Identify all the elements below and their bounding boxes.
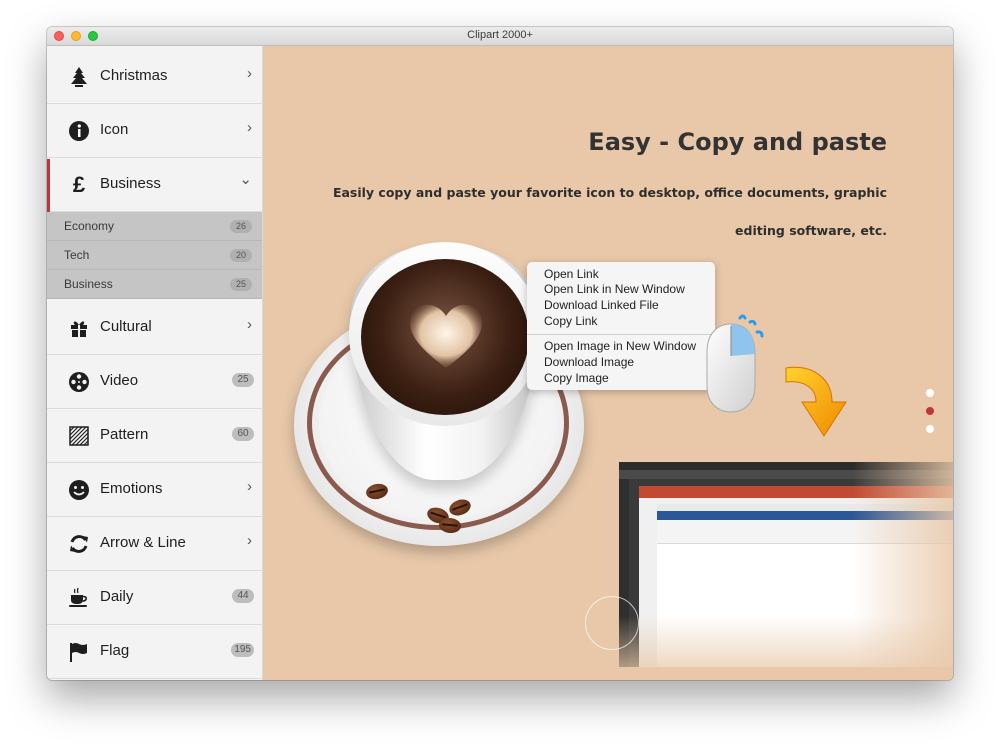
gift-icon [67,316,91,340]
sidebar-item-label: Business [100,175,161,192]
pound-icon: £ [72,172,86,197]
count-badge: 25 [232,373,254,387]
sidebar-item-label: Video [100,372,139,389]
film-reel-icon [67,370,91,394]
chevron-right-icon: › [247,316,252,333]
menu-separator [527,334,715,335]
context-menu: Open Link Open Link in New Window Downlo… [527,262,715,390]
preview-panel: Easy - Copy and paste Easily copy and pa… [263,46,953,680]
page-dot[interactable] [926,389,934,397]
sidebar-item-cultural[interactable]: Cultural › [47,302,262,355]
refresh-arrows-icon [67,532,91,556]
menu-item-open-link-new-window[interactable]: Open Link in New Window [544,281,685,297]
sidebar-item-daily[interactable]: Daily 44 [47,572,262,625]
sidebar-item-label: Icon [100,121,129,138]
tree-icon [67,65,91,89]
menu-item-copy-image[interactable]: Copy Image [544,370,609,386]
chevron-right-icon: › [247,119,252,136]
subcategory-label: Economy [64,219,115,233]
menu-item-open-image-new-window[interactable]: Open Image in New Window [544,338,696,354]
sidebar-item-label: Pattern [100,426,149,443]
sidebar-item-emotions[interactable]: Emotions › [47,464,262,517]
chevron-right-icon: › [247,65,252,82]
flag-icon [67,640,91,664]
sidebar-item-arrow-line[interactable]: Arrow & Line › [47,518,262,571]
sidebar-item-pattern[interactable]: Pattern 60 [47,410,262,463]
menu-item-download-image[interactable]: Download Image [544,354,634,370]
chevron-down-icon: ⌄ [239,171,252,188]
menu-item-open-link[interactable]: Open Link [544,266,599,282]
app-window: Clipart 2000+ Christmas › Icon › £ Busin… [47,27,953,680]
sidebar-item-icon[interactable]: Icon › [47,105,262,158]
subcategory-label: Tech [64,248,90,262]
sidebar-item-label: Daily [100,588,134,605]
page-description: Easily copy and paste your favorite icon… [332,185,887,238]
cursor-highlight [585,596,639,650]
mouse-icon [706,314,764,413]
page-dot-active[interactable] [926,407,934,415]
sidebar-item-label: Cultural [100,318,152,335]
window-title: Clipart 2000+ [467,29,533,41]
sidebar-item-label: Arrow & Line [100,534,186,551]
subcategory-item-tech[interactable]: Tech 20 [47,241,262,270]
curved-arrow-icon [785,366,847,437]
coffee-cup-icon [67,586,91,610]
subcategory-label: Business [64,277,113,291]
sidebar-item-christmas[interactable]: Christmas › [47,51,262,104]
count-badge: 60 [232,427,254,441]
subcategory-item-economy[interactable]: Economy 26 [47,212,262,241]
latte-heart-icon [410,304,482,368]
sidebar: Christmas › Icon › £ Business ⌄ Economy … [47,46,263,680]
chevron-right-icon: › [247,478,252,495]
count-badge: 26 [230,220,252,233]
sidebar-item-video[interactable]: Video 25 [47,356,262,409]
sidebar-item-label: Flag [100,642,130,659]
smiley-icon [67,478,91,502]
chevron-right-icon: › [247,532,252,549]
count-badge: 25 [230,278,252,291]
sidebar-item-label: Christmas [100,67,168,84]
count-badge: 195 [231,643,254,657]
title-bar[interactable]: Clipart 2000+ [47,27,953,46]
menu-item-copy-link[interactable]: Copy Link [544,313,597,329]
page-dot[interactable] [926,425,934,433]
subcategory-item-business[interactable]: Business 25 [47,270,262,299]
menu-item-download-linked-file[interactable]: Download Linked File [544,297,659,313]
sidebar-item-label: Emotions [100,480,163,497]
app-screenshots-illustration [619,462,953,667]
pattern-icon [67,424,91,448]
info-icon [67,119,91,143]
sidebar-item-flag[interactable]: Flag 195 [47,626,262,679]
sidebar-item-business[interactable]: £ Business ⌄ [47,159,262,212]
count-badge: 20 [230,249,252,262]
page-title: Easy - Copy and paste [588,128,887,156]
count-badge: 44 [232,589,254,603]
